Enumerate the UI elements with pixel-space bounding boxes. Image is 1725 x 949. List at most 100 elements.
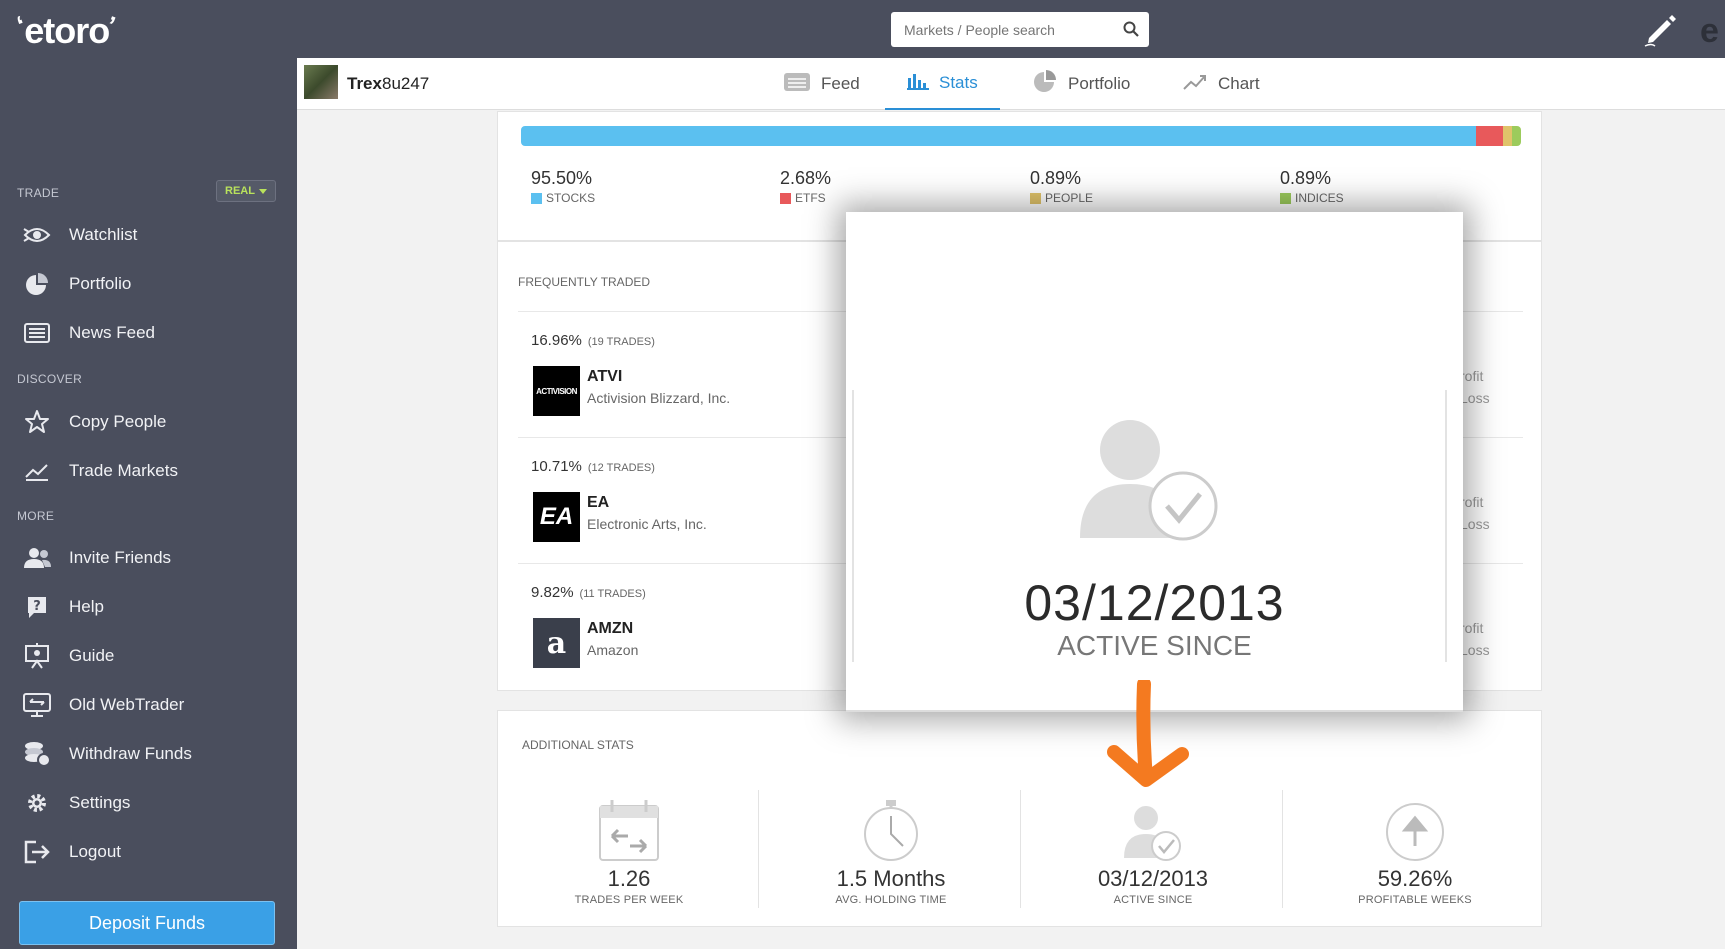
svg-text:?: ? xyxy=(33,599,41,614)
search-input[interactable] xyxy=(904,21,1114,38)
sidebar-item-withdraw-funds[interactable]: Withdraw Funds xyxy=(0,734,297,774)
deposit-funds-button[interactable]: Deposit Funds xyxy=(19,901,275,945)
sidebar-item-settings[interactable]: Settings xyxy=(0,783,297,823)
stopwatch-icon xyxy=(761,790,1021,862)
trade-count: (12 TRADES) xyxy=(587,462,655,474)
tab-feed[interactable]: Feed xyxy=(783,58,860,110)
user-check-icon xyxy=(1023,790,1283,862)
instrument-symbol[interactable]: AMZN xyxy=(587,620,633,638)
coins-icon xyxy=(22,742,52,767)
pie-chart-icon xyxy=(22,272,52,296)
allocation-item-people: 0.89% PEOPLE xyxy=(1030,168,1093,205)
stat-active-since: 03/12/2013 ACTIVE SINCE xyxy=(1023,790,1283,906)
popup-label: ACTIVE SINCE xyxy=(1057,630,1252,661)
sidebar-item-label: Help xyxy=(69,597,104,616)
frequently-traded-label: FREQUENTLY TRADED xyxy=(518,275,651,289)
instrument-symbol[interactable]: ATVI xyxy=(587,368,622,386)
stat-label: ACTIVE SINCE xyxy=(1113,894,1193,906)
trend-chart-icon xyxy=(22,459,52,483)
loss-label: Loss xyxy=(1460,516,1490,532)
profit-label: rofit xyxy=(1460,620,1484,636)
active-since-zoom-popup: 03/12/2013 ACTIVE SINCE xyxy=(846,212,1463,712)
avatar[interactable] xyxy=(304,65,338,99)
instrument-symbol[interactable]: EA xyxy=(587,494,609,512)
allocation-item-indices: 0.89% INDICES xyxy=(1280,168,1344,205)
eye-icon xyxy=(22,223,52,247)
sidebar-item-guide[interactable]: Guide xyxy=(0,636,297,676)
search-box[interactable] xyxy=(891,12,1149,47)
tab-label: Portfolio xyxy=(1068,74,1131,93)
sidebar-item-old-webtrader[interactable]: Old WebTrader xyxy=(0,685,297,725)
trade-share: 16.96% xyxy=(531,332,582,349)
trend-chart-icon xyxy=(1182,72,1208,97)
username: Trex8u247 xyxy=(347,74,430,93)
allocation-bar xyxy=(521,126,1521,146)
loss-label: Loss xyxy=(1460,390,1490,406)
sidebar-item-help[interactable]: ? Help xyxy=(0,587,297,627)
stat-divider xyxy=(758,790,759,908)
star-icon xyxy=(22,410,52,434)
account-mode-dropdown[interactable]: REAL xyxy=(216,180,276,202)
allocation-item-stocks: 95.50% STOCKS xyxy=(531,168,595,205)
allocation-item-etfs: 2.68% ETFS xyxy=(780,168,831,205)
section-label-more: MORE xyxy=(17,509,55,523)
sidebar-item-label: Trade Markets xyxy=(69,461,178,480)
sidebar-item-label: Guide xyxy=(69,646,115,665)
bar-chart-icon xyxy=(907,72,929,95)
instrument-name: Amazon xyxy=(587,642,639,658)
instrument-name: Electronic Arts, Inc. xyxy=(587,516,707,532)
etoro-edge-logo: e xyxy=(1700,12,1719,50)
stat-label: AVG. HOLDING TIME xyxy=(835,894,947,906)
up-arrow-circle-icon xyxy=(1285,790,1545,862)
sidebar-item-news-feed[interactable]: News Feed xyxy=(0,313,297,353)
stat-value: 59.26% xyxy=(1377,866,1453,891)
newspaper-icon xyxy=(22,321,52,345)
indices-swatch xyxy=(1280,192,1291,204)
allocation-name: STOCKS xyxy=(546,191,596,205)
section-label-trade: TRADE xyxy=(17,186,60,200)
sidebar-item-invite-friends[interactable]: Invite Friends xyxy=(0,538,297,578)
feed-icon xyxy=(783,72,811,97)
monitor-icon xyxy=(22,693,52,717)
sidebar-item-label: Logout xyxy=(69,842,121,861)
trade-share: 10.71% xyxy=(531,458,582,475)
sidebar-item-trade-markets[interactable]: Trade Markets xyxy=(0,451,297,491)
allocation-pct: 2.68% xyxy=(780,168,832,188)
people-swatch xyxy=(1030,192,1041,204)
sidebar-item-copy-people[interactable]: Copy People xyxy=(0,402,297,442)
tab-label: Feed xyxy=(821,74,860,93)
stat-trades-per-week: 1.26 TRADES PER WEEK xyxy=(499,790,759,906)
sidebar-item-label: Invite Friends xyxy=(69,548,172,567)
trade-count: (11 TRADES) xyxy=(579,588,646,600)
section-label-discover: DISCOVER xyxy=(17,372,83,386)
amazon-logo: a xyxy=(533,618,580,668)
etoro-logo[interactable]: ‘etoro’ xyxy=(13,10,119,52)
allocation-segment-people xyxy=(1503,126,1513,146)
profit-label: rofit xyxy=(1460,368,1484,384)
sidebar-item-label: Copy People xyxy=(69,412,167,431)
sidebar-item-label: Watchlist xyxy=(69,225,138,244)
search-icon[interactable] xyxy=(1123,21,1139,42)
top-bar: e xyxy=(297,0,1725,58)
orange-arrow-annotation xyxy=(1102,677,1192,800)
sidebar-item-watchlist[interactable]: Watchlist xyxy=(0,215,297,255)
stat-divider xyxy=(1020,790,1021,908)
sidebar-item-portfolio[interactable]: Portfolio xyxy=(0,264,297,304)
instrument-name: Activision Blizzard, Inc. xyxy=(587,390,731,406)
pie-chart-icon xyxy=(1032,69,1058,100)
activision-logo: ACTIVISION xyxy=(533,366,580,416)
presentation-icon xyxy=(22,643,52,669)
sidebar-item-label: Withdraw Funds xyxy=(69,744,192,763)
tab-chart[interactable]: Chart xyxy=(1182,58,1260,110)
logout-icon xyxy=(22,840,52,864)
edit-pen-icon[interactable] xyxy=(1641,10,1679,53)
allocation-pct: 0.89% xyxy=(1030,168,1082,188)
tab-stats[interactable]: Stats xyxy=(885,58,1000,110)
allocation-name: INDICES xyxy=(1295,191,1344,205)
sidebar: ‘etoro’ TRADE REAL Watchlist Portfolio N… xyxy=(0,0,297,949)
sidebar-item-logout[interactable]: Logout xyxy=(0,832,297,872)
sidebar-item-label: Settings xyxy=(69,793,131,812)
tab-portfolio[interactable]: Portfolio xyxy=(1032,58,1130,110)
gear-icon xyxy=(22,791,52,815)
real-badge-label: REAL xyxy=(225,185,255,197)
